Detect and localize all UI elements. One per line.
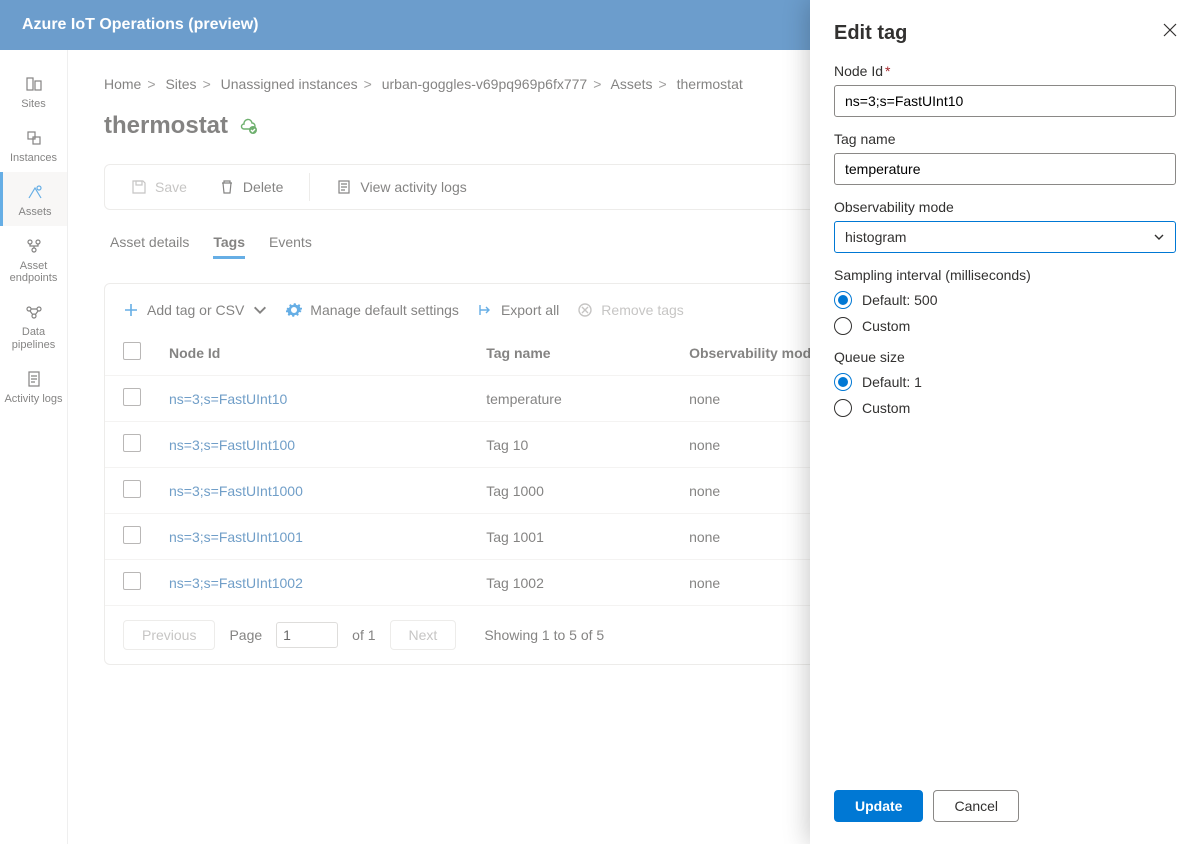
queue-default-radio[interactable]: Default: 1: [834, 373, 1176, 391]
cancel-button[interactable]: Cancel: [933, 790, 1019, 822]
observability-select[interactable]: histogram: [834, 221, 1176, 253]
queue-custom-radio[interactable]: Custom: [834, 399, 1176, 417]
radio-icon: [834, 291, 852, 309]
edit-tag-panel: Edit tag Node Id* Tag name Observability…: [810, 0, 1200, 844]
close-icon: [1162, 22, 1178, 38]
tag-name-label: Tag name: [834, 131, 1176, 147]
queue-label: Queue size: [834, 349, 1176, 365]
observability-label: Observability mode: [834, 199, 1176, 215]
tag-name-input[interactable]: [834, 153, 1176, 185]
update-button[interactable]: Update: [834, 790, 923, 822]
chevron-down-icon: [1153, 231, 1165, 243]
radio-icon: [834, 317, 852, 335]
node-id-input[interactable]: [834, 85, 1176, 117]
panel-title: Edit tag: [834, 22, 1176, 45]
node-id-label: Node Id*: [834, 63, 1176, 79]
radio-icon: [834, 399, 852, 417]
sampling-custom-radio[interactable]: Custom: [834, 317, 1176, 335]
close-button[interactable]: [1162, 22, 1178, 41]
radio-icon: [834, 373, 852, 391]
sampling-default-radio[interactable]: Default: 500: [834, 291, 1176, 309]
sampling-label: Sampling interval (milliseconds): [834, 267, 1176, 283]
